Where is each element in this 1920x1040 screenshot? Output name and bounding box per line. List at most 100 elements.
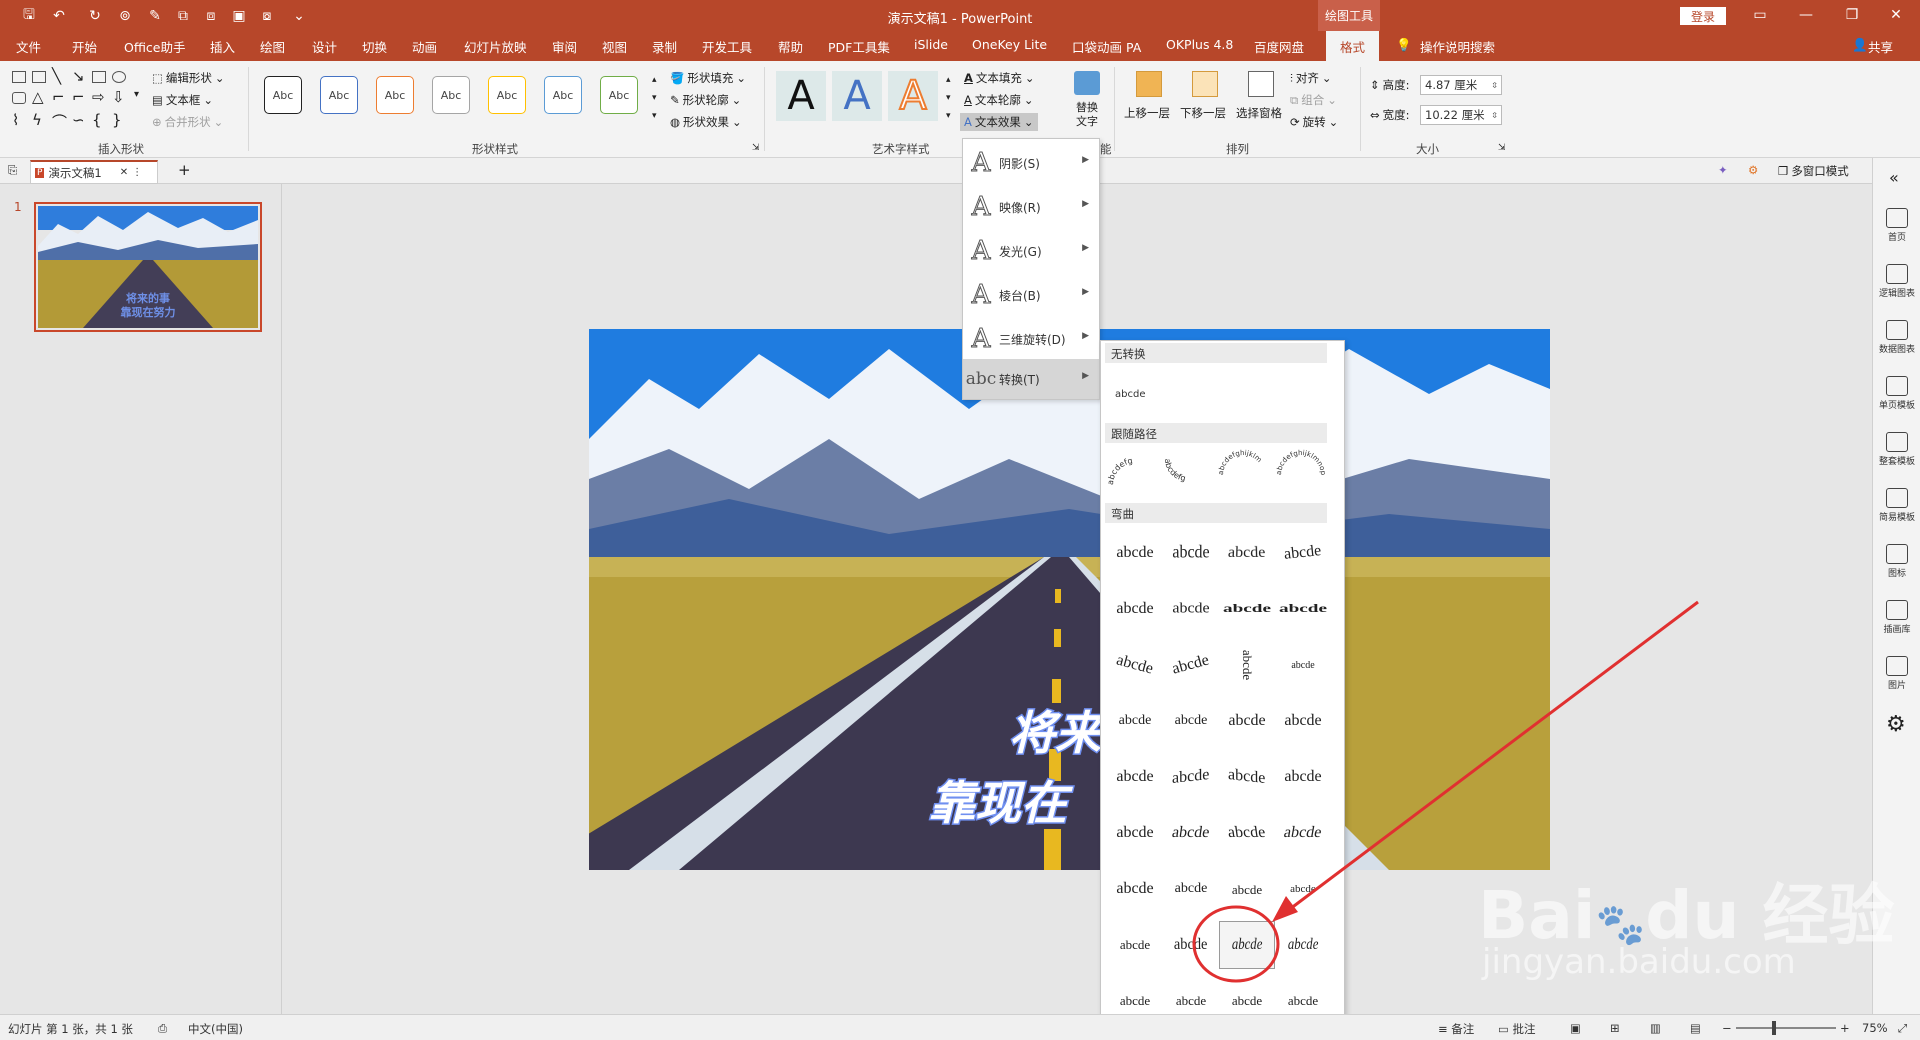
menu-shadow[interactable]: A 阴影(S) ▶ bbox=[963, 143, 1099, 183]
brace-right-shape-icon[interactable]: } bbox=[112, 111, 122, 129]
path-arch-down[interactable]: abcdefg bbox=[1163, 458, 1187, 483]
text-effects-button[interactable]: A 文本效果 ⌄ bbox=[960, 113, 1038, 131]
shape-style-2[interactable]: Abc bbox=[320, 76, 358, 114]
tool-simple-template[interactable]: 简易模板 bbox=[1873, 488, 1920, 523]
slide-canvas[interactable]: 将来的 靠现在 bbox=[589, 329, 1550, 870]
rotate-button[interactable]: ⟳ 旋转 ⌄ bbox=[1290, 114, 1338, 130]
minimize-button[interactable]: — bbox=[1786, 4, 1826, 26]
menu-glow[interactable]: A 发光(G) ▶ bbox=[963, 231, 1099, 271]
shape-styles-launcher-icon[interactable]: ⇲ bbox=[752, 143, 760, 153]
connector-shape-icon[interactable]: ⌐ bbox=[52, 88, 65, 106]
tab-insert[interactable]: 插入 bbox=[210, 37, 235, 56]
line-shape-icon[interactable]: ╲ bbox=[52, 67, 61, 85]
warp-option-8-4[interactable]: abcde bbox=[1275, 921, 1331, 969]
tool-images[interactable]: 图片 bbox=[1873, 656, 1920, 691]
shape-gallery-more-icon[interactable]: ▾ bbox=[134, 89, 139, 100]
path-button[interactable]: abcdefghijklmnop bbox=[1275, 449, 1327, 476]
shape-style-1[interactable]: Abc bbox=[264, 76, 302, 114]
document-tab-close-icon[interactable]: ✕ bbox=[120, 167, 128, 178]
path-circle[interactable]: abcdefghijklm bbox=[1217, 449, 1263, 475]
down-arrow-shape-icon[interactable]: ⇩ bbox=[112, 88, 125, 106]
comments-button[interactable]: ▭ 批注 bbox=[1498, 1021, 1536, 1037]
document-tab[interactable]: P 演示文稿1 ✕ ⋮ bbox=[30, 160, 158, 184]
shape-outline-button[interactable]: ✎ 形状轮廓 ⌄ bbox=[670, 92, 741, 108]
warp-option-7-4[interactable]: abcde bbox=[1275, 865, 1331, 913]
rectangle-shape-icon[interactable] bbox=[92, 71, 106, 83]
tab-onekey-lite[interactable]: OneKey Lite bbox=[972, 37, 1047, 52]
shape-style-3[interactable]: Abc bbox=[376, 76, 414, 114]
warp-option-3-1[interactable]: abcde bbox=[1107, 641, 1163, 689]
right-arrow-shape-icon[interactable]: ⇨ bbox=[92, 88, 105, 106]
login-button[interactable]: 登录 bbox=[1680, 7, 1726, 25]
language-status[interactable]: 中文(中国) bbox=[188, 1021, 243, 1037]
tab-slideshow[interactable]: 幻灯片放映 bbox=[464, 37, 527, 56]
restore-button[interactable]: ❐ bbox=[1832, 4, 1872, 26]
width-spinner-icon[interactable]: ⇳ bbox=[1491, 111, 1498, 120]
shape-style-6[interactable]: Abc bbox=[544, 76, 582, 114]
tab-review[interactable]: 审阅 bbox=[552, 37, 577, 56]
wordart-style-orange[interactable]: A bbox=[888, 71, 938, 121]
lightning-shape-icon[interactable]: ϟ bbox=[32, 111, 42, 129]
warp-option-3-4[interactable]: abcde bbox=[1275, 641, 1331, 689]
wordart-style-blue[interactable]: A bbox=[832, 71, 882, 121]
warp-option-2-4[interactable]: abcde bbox=[1275, 585, 1331, 633]
skin-icon[interactable]: ✦ bbox=[1718, 163, 1728, 177]
zoom-level[interactable]: 75% bbox=[1862, 1021, 1888, 1035]
slide-sorter-icon[interactable]: ⊞ bbox=[1610, 1021, 1620, 1035]
zoom-in-button[interactable]: + bbox=[1840, 1021, 1850, 1035]
warp-option-5-1[interactable]: abcde bbox=[1107, 753, 1163, 801]
slide-title-line2[interactable]: 靠现在 bbox=[928, 775, 1075, 832]
group-button[interactable]: ⧉ 组合 ⌄ bbox=[1290, 92, 1337, 108]
warp-option-2-2[interactable]: abcde bbox=[1163, 585, 1219, 633]
tool-data-chart[interactable]: 数据图表 bbox=[1873, 320, 1920, 355]
notes-button[interactable]: ≡ 备注 bbox=[1438, 1021, 1474, 1037]
text-box-button[interactable]: ▤ 文本框 ⌄ bbox=[152, 92, 213, 108]
shape-style-more-icon[interactable]: ▾ bbox=[652, 111, 657, 121]
settings-gear-icon[interactable]: ⚙ bbox=[1748, 163, 1758, 177]
document-tab-menu-icon[interactable]: ⋮ bbox=[132, 167, 142, 178]
warp-option-6-1[interactable]: abcde bbox=[1107, 809, 1163, 857]
height-input[interactable]: 4.87 厘米 ⇳ bbox=[1420, 75, 1502, 95]
menu-transform[interactable]: abc 转换(T) ▶ bbox=[963, 359, 1099, 399]
zoom-slider-thumb[interactable] bbox=[1772, 1021, 1776, 1035]
tab-pdf-tools[interactable]: PDF工具集 bbox=[828, 37, 890, 56]
warp-option-4-3[interactable]: abcde bbox=[1219, 697, 1275, 745]
tool-full-template[interactable]: 整套模板 bbox=[1873, 432, 1920, 467]
panel-settings-icon[interactable]: ⚙ bbox=[1886, 712, 1906, 737]
rounded-rect-shape-icon[interactable] bbox=[12, 92, 26, 104]
wordart-scroll-down-icon[interactable]: ▾ bbox=[946, 93, 951, 103]
align-button[interactable]: ⫶ 对齐 ⌄ bbox=[1290, 70, 1332, 86]
send-backward-icon[interactable] bbox=[1192, 71, 1218, 97]
vertical-textbox-shape-icon[interactable] bbox=[32, 71, 46, 83]
tab-baidu-netdisk[interactable]: 百度网盘 bbox=[1254, 37, 1304, 56]
fit-slide-icon[interactable]: ⤢ bbox=[1898, 1021, 1907, 1036]
warp-option-1-2[interactable]: abcde bbox=[1163, 529, 1219, 577]
selection-pane-icon[interactable] bbox=[1248, 71, 1274, 97]
bring-forward-button[interactable]: 上移一层 bbox=[1124, 105, 1170, 121]
warp-option-4-1[interactable]: abcde bbox=[1107, 697, 1163, 745]
close-window-button[interactable]: ✕ bbox=[1876, 4, 1916, 26]
collapse-panel-icon[interactable]: « bbox=[1889, 168, 1899, 187]
width-input[interactable]: 10.22 厘米 ⇳ bbox=[1420, 105, 1502, 125]
tab-help[interactable]: 帮助 bbox=[778, 37, 803, 56]
warp-option-1-1[interactable]: abcde bbox=[1107, 529, 1163, 577]
path-arch-up[interactable]: abcdefg bbox=[1106, 456, 1134, 485]
tell-me-search[interactable]: 操作说明搜索 bbox=[1420, 37, 1495, 56]
shape-style-4[interactable]: Abc bbox=[432, 76, 470, 114]
no-transform-option[interactable]: abcde bbox=[1115, 389, 1145, 400]
shape-fill-button[interactable]: 🪣 形状填充 ⌄ bbox=[670, 70, 746, 86]
selection-pane-button[interactable]: 选择窗格 bbox=[1236, 105, 1282, 121]
warp-option-1-3[interactable]: abcde bbox=[1219, 529, 1275, 577]
freeform-shape-icon[interactable]: ⌇ bbox=[12, 111, 19, 129]
shape-style-scroll-up-icon[interactable]: ▴ bbox=[652, 75, 657, 85]
tab-file[interactable]: 文件 bbox=[16, 37, 41, 56]
shape-style-scroll-down-icon[interactable]: ▾ bbox=[652, 93, 657, 103]
tab-record[interactable]: 录制 bbox=[652, 37, 677, 56]
ribbon-display-icon[interactable]: ▭ bbox=[1740, 4, 1780, 26]
normal-view-icon[interactable]: ▣ bbox=[1570, 1021, 1581, 1035]
warp-option-1-4[interactable]: abcde bbox=[1275, 529, 1331, 577]
height-spinner-icon[interactable]: ⇳ bbox=[1491, 81, 1498, 90]
tab-design[interactable]: 设计 bbox=[312, 37, 337, 56]
bring-forward-icon[interactable] bbox=[1136, 71, 1162, 97]
share-button[interactable]: 共享 bbox=[1868, 37, 1893, 56]
